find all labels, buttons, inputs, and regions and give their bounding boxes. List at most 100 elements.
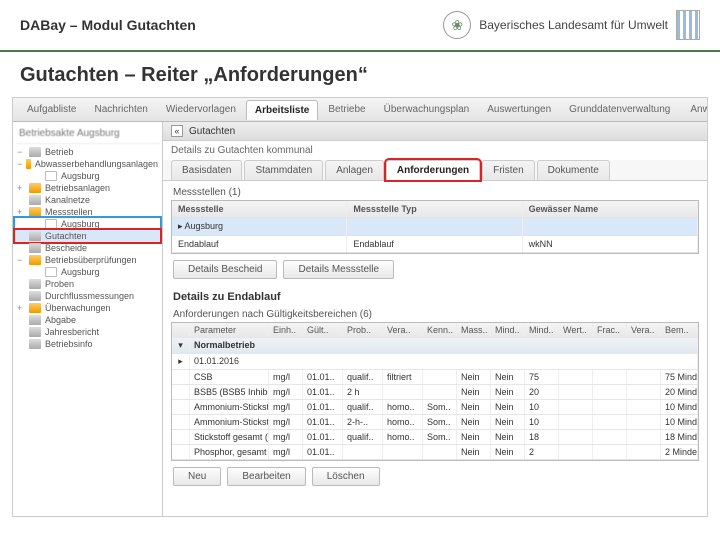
menu-betriebe[interactable]: Betriebe [320, 100, 373, 119]
group-row-normalbetrieb[interactable]: ▾ Normalbetrieb [172, 338, 698, 354]
tree-item[interactable]: − Betriebsüberprüfungen [15, 254, 160, 266]
anf-col-header[interactable]: Vera.. [383, 323, 423, 337]
anf-col-header[interactable]: Frac.. [593, 323, 627, 337]
tab-anforderungen[interactable]: Anforderungen [386, 160, 480, 180]
tab-bar: BasisdatenStammdatenAnlagenAnforderungen… [163, 160, 707, 181]
tree-item[interactable]: − Abwasserbehandlungsanlagen [15, 158, 160, 170]
group-date-expand-icon[interactable]: ▸ [172, 354, 190, 369]
tree-twisty-icon[interactable]: − [17, 147, 25, 157]
anf-col-header[interactable]: Wert.. [559, 323, 593, 337]
col-messstelle-typ[interactable]: Messstelle Typ [347, 201, 522, 217]
tree-item[interactable]: Augsburg [15, 218, 160, 230]
folder-icon [29, 315, 41, 325]
tree-item[interactable]: Kanalnetze [15, 194, 160, 206]
tree-label: Augsburg [61, 219, 100, 229]
tree-label: Kanalnetze [45, 195, 90, 205]
tree-twisty-icon[interactable]: + [17, 207, 25, 217]
bavaria-crest-icon [676, 10, 700, 40]
details-bescheid-button[interactable]: Details Bescheid [173, 260, 277, 279]
mess-row[interactable]: EndablaufEndablaufwkNN [172, 236, 698, 253]
tree-item[interactable]: Abgabe [15, 314, 160, 326]
tree-twisty-icon[interactable]: + [17, 303, 25, 313]
anf-col-header[interactable]: Mass.. [457, 323, 491, 337]
anf-col-header[interactable]: Kenn.. [423, 323, 457, 337]
loeschen-button[interactable]: Löschen [312, 467, 380, 486]
col-messstelle[interactable]: Messstelle [172, 201, 347, 217]
menu-nachrichten[interactable]: Nachrichten [86, 100, 155, 119]
anf-col-header[interactable]: Parameter [190, 323, 269, 337]
bearbeiten-button[interactable]: Bearbeiten [227, 467, 305, 486]
folder-icon [29, 279, 41, 289]
anf-col-header[interactable]: Mind.. [525, 323, 559, 337]
tree-item[interactable]: −Betrieb [15, 146, 160, 158]
folder-icon [29, 183, 41, 193]
tab-basisdaten[interactable]: Basisdaten [171, 160, 242, 180]
anforderungen-grid: ParameterEinh..Gült..Prob..Vera..Kenn..M… [171, 322, 699, 461]
col-gewaesser[interactable]: Gewässer Name [523, 201, 698, 217]
tree-twisty-icon[interactable]: − [17, 255, 25, 265]
tree-item[interactable]: + Messstellen [15, 206, 160, 218]
anf-col-header[interactable]: Bem.. [661, 323, 698, 337]
tree-item[interactable]: Betriebsinfo [15, 338, 160, 350]
top-menubar: AufgablisteNachrichtenWiedervorlagenArbe… [13, 98, 707, 122]
tree-item[interactable]: Augsburg [15, 266, 160, 278]
menu-aufgabliste[interactable]: Aufgabliste [19, 100, 84, 119]
tab-stammdaten[interactable]: Stammdaten [244, 160, 323, 180]
menu-auswertungen[interactable]: Auswertungen [479, 100, 559, 119]
tree-label: Abwasserbehandlungsanlagen [35, 159, 158, 169]
slide-header-right-text: Bayerisches Landesamt für Umwelt [479, 18, 668, 32]
tree-label: Betriebsüberprüfungen [45, 255, 137, 265]
anf-col-header[interactable] [172, 323, 190, 337]
tree-item[interactable]: Bescheide [15, 242, 160, 254]
tree-label: Proben [45, 279, 74, 289]
group-expand-icon[interactable]: ▾ [172, 338, 190, 353]
tree-item[interactable]: +Überwachungen [15, 302, 160, 314]
anf-col-header[interactable]: Gült.. [303, 323, 343, 337]
tree-item[interactable]: Jahresbericht [15, 326, 160, 338]
tree-item[interactable]: Gutachten [15, 230, 160, 242]
anf-col-header[interactable]: Einh.. [269, 323, 303, 337]
folder-icon [29, 291, 41, 301]
neu-button[interactable]: Neu [173, 467, 221, 486]
details-messstelle-button[interactable]: Details Messstelle [283, 260, 394, 279]
anf-row[interactable]: Ammonium-Stickstoffmg/l01.01..2-h-..homo… [172, 415, 698, 430]
anf-row[interactable]: CSBmg/l01.01..qualif..filtriertNeinNein7… [172, 370, 698, 385]
user-menu[interactable]: Anwender [682, 100, 708, 119]
menu-grunddatenverwaltung[interactable]: Grunddatenverwaltung [561, 100, 678, 119]
tree-label: Messstellen [45, 207, 93, 217]
menu-überwachungsplan[interactable]: Überwachungsplan [376, 100, 478, 119]
folder-icon [29, 339, 41, 349]
folder-icon [26, 159, 31, 169]
anf-row[interactable]: Stickstoff gesamt (Σ N..)mg/l01.01..qual… [172, 430, 698, 445]
anf-col-header[interactable]: Vera.. [627, 323, 661, 337]
menu-wiedervorlagen[interactable]: Wiedervorlagen [158, 100, 244, 119]
folder-icon [45, 267, 57, 277]
tab-fristen[interactable]: Fristen [482, 160, 535, 180]
tree-twisty-icon[interactable]: + [17, 183, 25, 193]
tree-twisty-icon[interactable]: − [17, 159, 22, 169]
folder-icon [45, 171, 57, 181]
mess-row[interactable]: ▸ Augsburg [172, 218, 698, 236]
main-panel: « Gutachten Details zu Gutachten kommuna… [163, 122, 707, 516]
anf-row[interactable]: Ammonium-Stickstoffmg/l01.01..qualif..ho… [172, 400, 698, 415]
menu-arbeitsliste[interactable]: Arbeitsliste [246, 100, 318, 120]
collapse-icon[interactable]: « [171, 125, 183, 137]
anf-row[interactable]: BSB5 (BSB5 Inhib A. E.)mg/l01.01..2 hNei… [172, 385, 698, 400]
anf-col-header[interactable]: Mind.. [491, 323, 525, 337]
folder-icon [29, 303, 41, 313]
tree-item[interactable]: Proben [15, 278, 160, 290]
anforderungen-count-label: Anforderungen nach Gültigkeitsbereichen … [163, 305, 707, 322]
anf-row[interactable]: Phosphor, gesamtmg/l01.01..NeinNein22 Mi… [172, 445, 698, 460]
details-endablauf-label: Details zu Endablauf [163, 285, 707, 305]
tree-item[interactable]: Durchflussmessungen [15, 290, 160, 302]
tree-item[interactable]: +Betriebsanlagen [15, 182, 160, 194]
tab-dokumente[interactable]: Dokumente [537, 160, 610, 180]
tab-anlagen[interactable]: Anlagen [325, 160, 384, 180]
tree-label: Betriebsinfo [45, 339, 93, 349]
folder-icon [29, 147, 41, 157]
folder-icon [29, 207, 41, 217]
anf-col-header[interactable]: Prob.. [343, 323, 383, 337]
tree-item[interactable]: Augsburg [15, 170, 160, 182]
folder-icon [29, 195, 41, 205]
tree-label: Augsburg [61, 267, 100, 277]
